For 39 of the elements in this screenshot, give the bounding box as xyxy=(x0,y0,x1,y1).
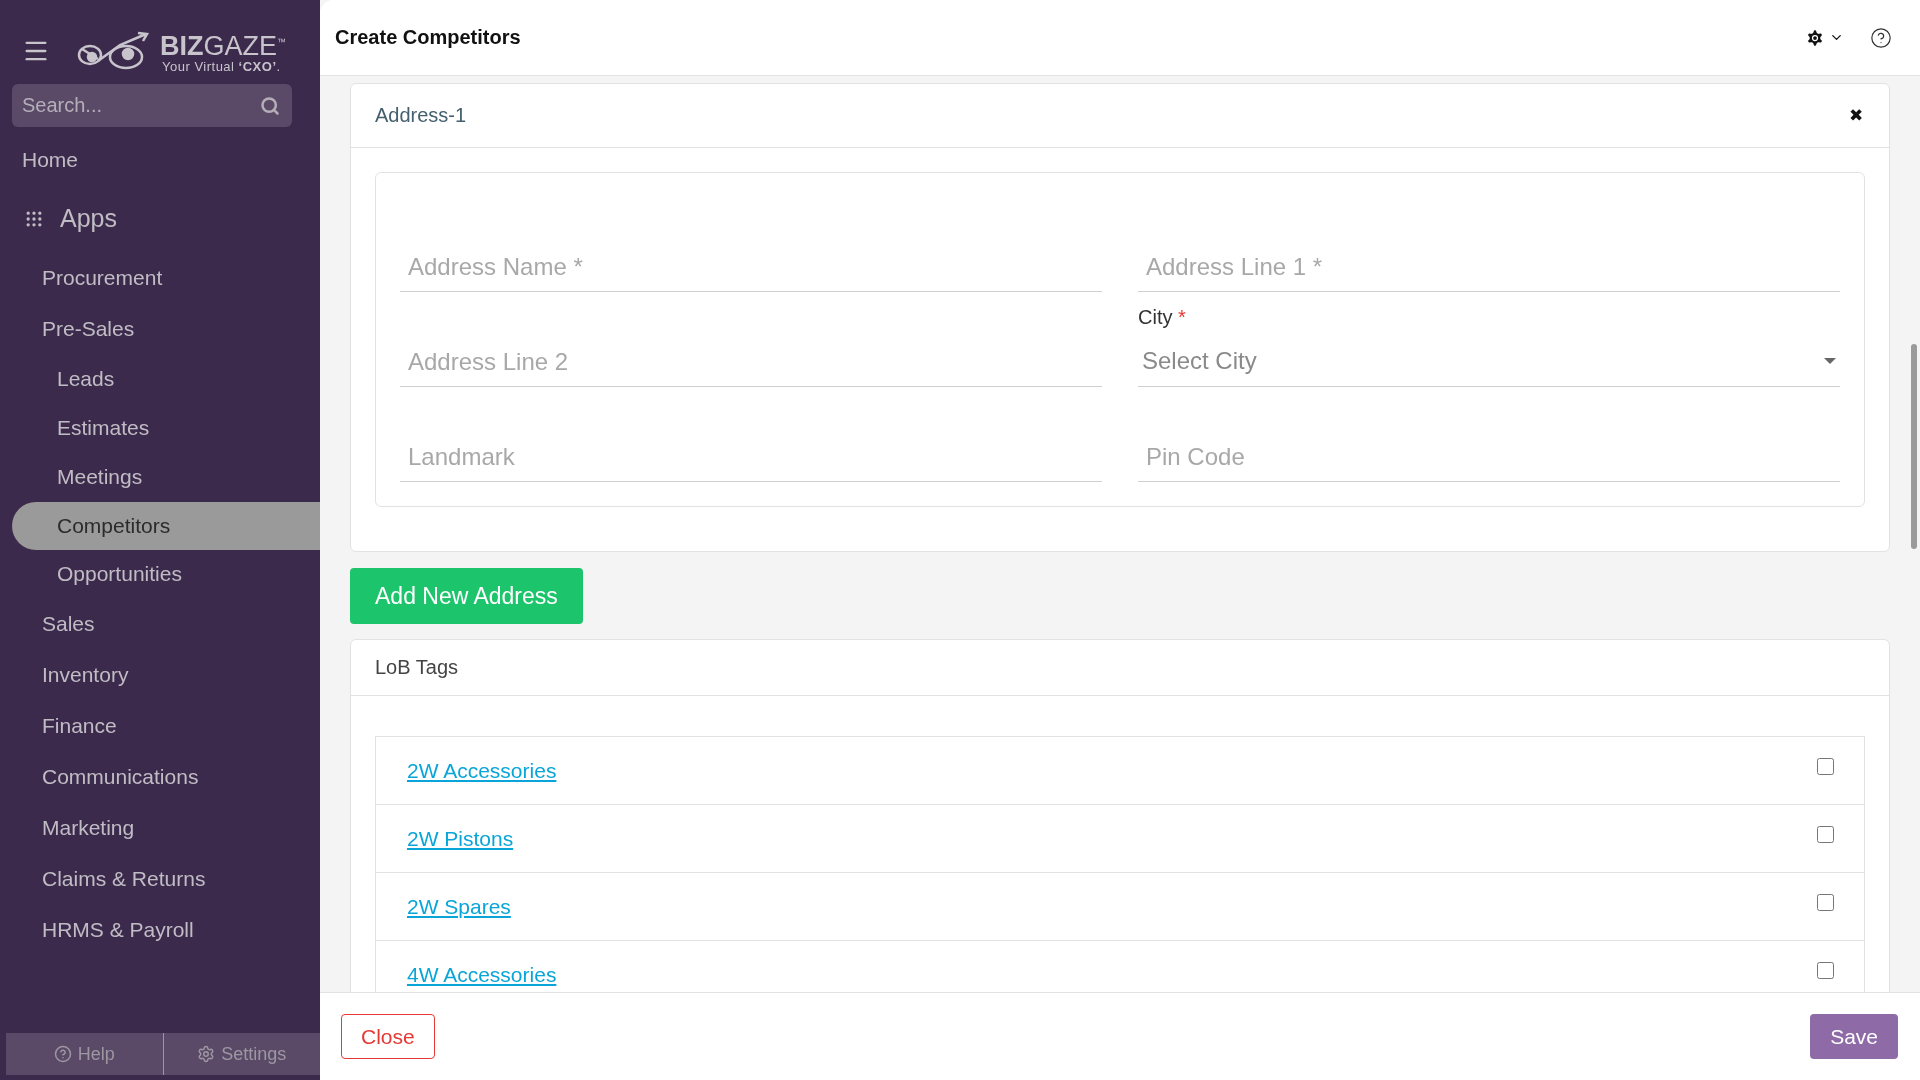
nav-item[interactable]: Leads xyxy=(0,355,320,404)
nav-group[interactable]: Sales xyxy=(0,599,320,650)
nav-group[interactable]: Pre-Sales xyxy=(0,304,320,355)
caret-icon xyxy=(1824,357,1836,364)
scrollbar-thumb[interactable] xyxy=(1911,344,1917,549)
nav-group[interactable]: Claims & Returns xyxy=(0,854,320,905)
lob-tags-title: LoB Tags xyxy=(375,656,459,679)
nav-group[interactable]: Finance xyxy=(0,701,320,752)
tag-checkbox[interactable] xyxy=(1817,758,1834,775)
settings-icon[interactable] xyxy=(1805,27,1825,48)
nav-item[interactable]: Home xyxy=(0,137,320,190)
nav-group[interactable]: Communications xyxy=(0,752,320,803)
nav-item[interactable]: Competitors xyxy=(12,502,320,550)
tag-checkbox[interactable] xyxy=(1817,962,1834,979)
nav-group[interactable]: HRMS & Payroll xyxy=(0,905,320,956)
apps-heading[interactable]: Apps xyxy=(60,204,117,233)
logo-tagline: Your Virtual ‘CXO’. xyxy=(161,58,282,74)
nav-group[interactable]: Inventory xyxy=(0,650,320,701)
help-icon[interactable] xyxy=(1870,26,1892,49)
city-dropdown[interactable]: Select City xyxy=(1138,335,1840,387)
tag-checkbox[interactable] xyxy=(1817,894,1834,911)
close-button[interactable]: Close xyxy=(341,1014,435,1059)
nav-group[interactable]: Marketing xyxy=(0,803,320,854)
save-button[interactable]: Save xyxy=(1810,1014,1898,1059)
address-title: Address-1 xyxy=(375,104,467,127)
logo-wordmark: BIZGAZE$^{™}$ xyxy=(160,29,286,59)
nav-item[interactable]: Meetings xyxy=(0,453,320,502)
remove-address-button[interactable]: ✖ xyxy=(1843,104,1869,127)
settings-icon xyxy=(197,1045,216,1063)
field-label: City * xyxy=(1138,306,1187,329)
nav-item[interactable]: Estimates xyxy=(0,404,320,453)
help-icon xyxy=(53,1045,72,1063)
tag-checkbox[interactable] xyxy=(1817,826,1834,843)
search-input[interactable]: Search... xyxy=(20,93,220,118)
page-title: Create Competitors xyxy=(335,26,521,49)
nav-item[interactable]: Opportunities xyxy=(0,550,320,599)
nav-group[interactable]: Procurement xyxy=(0,253,320,304)
search-icon[interactable] xyxy=(260,95,280,116)
search-field[interactable]: Search... xyxy=(12,84,292,127)
